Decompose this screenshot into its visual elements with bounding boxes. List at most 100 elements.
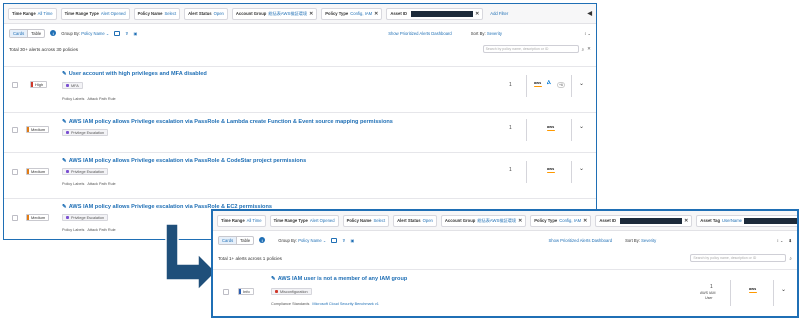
policy-title[interactable]: ✎ AWS IAM policy allows Privilege escalat… — [62, 119, 393, 125]
policy-title[interactable]: ✎ AWS IAM policy allows Privilege escalat… — [62, 158, 306, 164]
remove-filter-icon[interactable]: ✕ — [475, 11, 479, 17]
cards-view-button[interactable]: Cards — [10, 29, 29, 37]
prioritized-dashboard-link[interactable]: Show Prioritized Alerts Dashboard — [549, 238, 613, 243]
alerts-summary: Total 1+ alerts across 1 policies — [218, 255, 282, 261]
cards-view-button[interactable]: Cards — [219, 236, 238, 244]
sort-direction-icon[interactable]: ↕ ⌄ — [777, 238, 784, 243]
search-input[interactable]: Search by policy name, description or ID — [690, 254, 787, 262]
group-by-select[interactable]: Group By: Policy Name ⌄ — [278, 238, 326, 243]
filter-value: Select — [164, 11, 177, 16]
select-checkbox[interactable] — [12, 127, 18, 133]
prioritized-dashboard-link[interactable]: Show Prioritized Alerts Dashboard — [388, 31, 452, 36]
policy-labels: Policy Labels Attack Path Rule — [62, 182, 116, 186]
sort-by-select[interactable]: Sort By: Severity — [625, 238, 656, 243]
search-icon[interactable]: ⌕ — [789, 256, 792, 261]
policy-labels: Policy Labels Attack Path Rule — [62, 228, 116, 232]
filter-chip[interactable]: Time Range Type Alert Opened — [60, 7, 130, 20]
select-checkbox[interactable] — [12, 215, 18, 221]
layout-icon[interactable] — [331, 237, 338, 243]
edit-icon: ✎ — [271, 276, 276, 282]
select-checkbox[interactable] — [12, 169, 18, 175]
filter-chip[interactable]: Policy Name Select — [342, 214, 390, 227]
alerts-summary: Total 30+ alerts across 30 policies — [9, 46, 79, 52]
table-view-button[interactable]: Table — [28, 30, 44, 37]
expand-icon[interactable]: ◀ — [587, 10, 592, 17]
policy-title[interactable]: ✎ AWS IAM user is not a member of any IAM… — [271, 276, 407, 282]
select-checkbox[interactable] — [12, 82, 18, 88]
filter-value: Alert Opened — [100, 11, 126, 16]
filter-icon[interactable]: ⊽ — [342, 238, 345, 243]
transition-arrow-icon — [165, 223, 218, 292]
azure-icon: Ⲁ — [547, 80, 551, 86]
more-clouds-badge[interactable]: +6 — [557, 82, 565, 88]
remove-filter-icon[interactable]: ✕ — [684, 218, 688, 224]
filter-chip[interactable]: Time Range All Time — [8, 7, 57, 20]
edit-icon: ✎ — [62, 71, 67, 77]
chevron-down-icon[interactable]: ⌄ — [579, 123, 584, 130]
remove-filter-icon[interactable]: ✕ — [583, 218, 587, 224]
summary-row: Total 1+ alerts across 1 policies Search… — [213, 249, 797, 267]
alert-count: 1 — [509, 82, 512, 88]
alerts-panel-before: Time Range All Time Time Range Type Alert O… — [3, 3, 597, 240]
add-filter-link[interactable]: Add Filter — [490, 11, 508, 16]
filter-icon[interactable]: ⊽ — [125, 31, 128, 36]
alert-card[interactable]: Medium ✎ AWS IAM policy allows Privilege … — [4, 112, 596, 152]
redacted-value — [411, 10, 474, 17]
compliance-standards: Compliance Standards Microsoft Cloud Secu… — [271, 302, 379, 306]
remove-filter-icon[interactable]: ✕ — [374, 11, 378, 17]
policy-tag: Privilege Escalation — [62, 214, 109, 221]
clear-search-icon[interactable]: ✕ — [587, 46, 591, 52]
sort-by-select[interactable]: Sort By: Severity — [471, 31, 502, 36]
info-icon[interactable]: i — [50, 30, 57, 36]
info-icon[interactable]: i — [259, 237, 266, 243]
alerts-panel-after: Time Range All Time Time Range Type Alert O… — [212, 210, 798, 317]
group-by-select[interactable]: Group By: Policy Name ⌄ — [61, 31, 109, 36]
policy-tag: Privilege Escalation — [62, 129, 109, 136]
filter-value: Open — [422, 218, 433, 223]
table-view-button[interactable]: Table — [237, 237, 253, 244]
remove-filter-icon[interactable]: ✕ — [309, 11, 313, 17]
remove-filter-icon[interactable]: ✕ — [518, 218, 522, 224]
search-input[interactable]: Search by policy name, description or ID — [482, 45, 579, 53]
filter-chip[interactable]: Time Range Type Alert Opened — [269, 214, 339, 227]
aws-icon: aws — [547, 167, 555, 171]
filter-chip[interactable]: Time Range All Time — [217, 214, 266, 227]
view-toggle: Cards Table — [218, 235, 255, 245]
download-icon[interactable]: ⬇ — [788, 238, 792, 243]
filter-bar: Time Range All Time Time Range Type Alert O… — [4, 4, 596, 24]
filter-chip[interactable]: Policy Type Config, IAM ✕ — [530, 214, 592, 227]
policy-title[interactable]: ✎ User account with high privileges and M… — [62, 71, 207, 77]
filter-chip[interactable]: Account Group 総括表AWS検証環境 ✕ — [440, 214, 527, 227]
alert-card[interactable]: Medium ✎ AWS IAM policy allows Privilege … — [4, 152, 596, 198]
filter-key: Asset ID — [599, 218, 617, 223]
search-icon[interactable]: ⌕ — [582, 47, 585, 52]
filter-chip[interactable]: Account Group 総括表AWS検証環境 ✕ — [231, 7, 318, 20]
select-checkbox[interactable] — [223, 289, 229, 295]
alert-card[interactable]: High ✎ User account with high privileges … — [4, 66, 596, 112]
image-icon[interactable]: ▣ — [351, 238, 355, 243]
edit-icon: ✎ — [62, 119, 67, 125]
filter-chip[interactable]: Asset ID ✕ — [386, 7, 484, 20]
filter-chip[interactable]: Asset TagUserName✕ — [696, 214, 797, 227]
filter-chip[interactable]: Policy Type Config, IAM ✕ — [321, 7, 383, 20]
filter-value: 総括表AWS検証環境 — [477, 217, 517, 223]
filter-chip[interactable]: Alert Status Open — [393, 214, 437, 227]
image-icon[interactable]: ▣ — [134, 31, 138, 36]
filter-chip[interactable]: Policy Name Select — [133, 7, 181, 20]
filter-key: Policy Type — [534, 218, 558, 223]
filter-chip[interactable]: Alert Status Open — [184, 7, 228, 20]
chevron-down-icon[interactable]: ⌄ — [579, 165, 584, 172]
redacted-value — [620, 217, 683, 224]
filter-value: All Time — [246, 218, 262, 223]
alert-card[interactable]: Info ✎ AWS IAM user is not a member of an… — [213, 269, 797, 316]
edit-icon: ✎ — [62, 158, 67, 164]
sort-direction-icon[interactable]: ↕ ⌄ — [584, 31, 591, 36]
filter-chip[interactable]: Asset ID ✕ — [595, 214, 693, 227]
severity-badge: High — [30, 81, 48, 88]
summary-row: Total 30+ alerts across 30 policies Sear… — [4, 42, 596, 56]
chevron-down-icon[interactable]: ⌄ — [579, 80, 584, 87]
layout-icon[interactable] — [114, 30, 121, 36]
chevron-down-icon[interactable]: ⌄ — [781, 286, 786, 293]
filter-bar: Time Range All Time Time Range Type Alert O… — [213, 211, 797, 231]
alert-count: 1 — [509, 167, 512, 173]
